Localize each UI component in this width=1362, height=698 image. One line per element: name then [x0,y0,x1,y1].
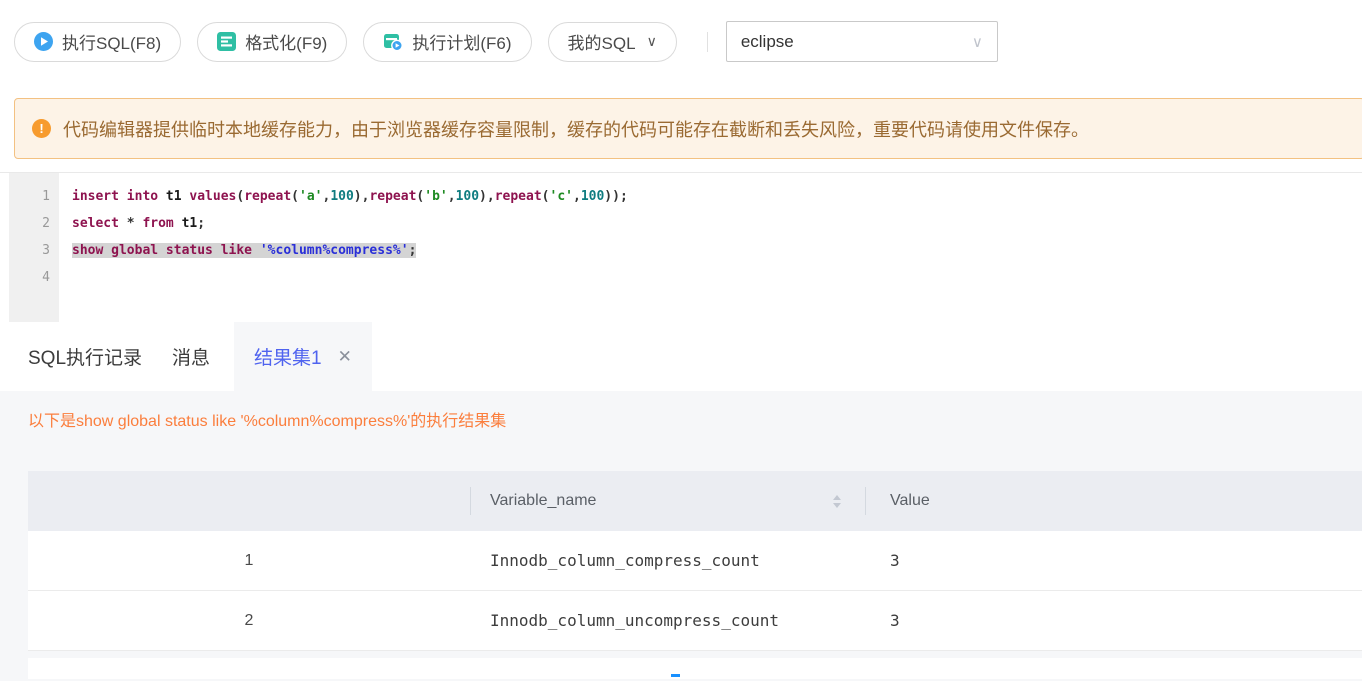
cell-value: 3 [865,551,1362,570]
tab-sql-history[interactable]: SQL执行记录 [28,322,142,391]
play-circle-icon [34,32,53,51]
result-message: 以下是show global status like '%column%comp… [28,413,1362,431]
cell-row-index: 1 [28,552,470,570]
editor-theme-select[interactable]: eclipse ∨ [726,21,998,62]
chevron-down-icon: ∨ [647,33,657,50]
theme-select-value: eclipse [741,32,794,52]
editor-code-area[interactable]: insert into t1 values(repeat('a',100),re… [59,173,1362,322]
value-header-label: Value [890,492,930,510]
format-doc-icon [217,32,236,51]
header-variable-name-column: Variable_name [470,471,865,531]
warning-icon: ! [32,119,51,138]
cell-variable-name: Innodb_column_compress_count [470,551,865,570]
tab-messages-label: 消息 [172,343,210,370]
line-number: 1 [9,183,50,210]
tab-result-set-1[interactable]: 结果集1 ✕ [234,322,372,391]
cell-focus-indicator [671,674,680,677]
execute-sql-button[interactable]: 执行SQL(F8) [14,22,181,62]
chevron-down-icon: ∨ [972,33,983,51]
code-line: select * from t1; [72,210,1362,237]
result-table: Variable_name Value 1Innodb_column_compr… [28,471,1362,679]
line-number: 2 [9,210,50,237]
my-sql-label: 我的SQL [568,29,636,54]
sort-desc-icon [833,503,841,508]
code-line [72,264,1362,291]
my-sql-button[interactable]: 我的SQL ∨ [548,22,677,62]
line-number: 4 [9,264,50,291]
execution-plan-label: 执行计划(F6) [412,29,511,54]
tab-result-set-1-label: 结果集1 [254,343,322,370]
line-number: 3 [9,237,50,264]
code-line: insert into t1 values(repeat('a',100),re… [72,183,1362,210]
row-gap [28,651,1362,658]
result-table-header: Variable_name Value [28,471,1362,531]
toolbar-divider [707,32,708,52]
sort-asc-icon [833,495,841,500]
execute-sql-label: 执行SQL(F8) [62,29,161,54]
sort-icon[interactable] [833,495,841,508]
row3-partial [28,658,1362,679]
tab-sql-history-label: SQL执行记录 [28,343,142,370]
header-value-column: Value [865,471,1362,531]
editor-gutter: 1234 [9,173,59,322]
result-tabbar: SQL执行记录 消息 结果集1 ✕ [0,322,1362,391]
code-editor[interactable]: 1234 insert into t1 values(repeat('a',10… [0,172,1362,322]
close-icon[interactable]: ✕ [338,347,352,367]
table-row[interactable]: 1Innodb_column_compress_count3 [28,531,1362,591]
format-button[interactable]: 格式化(F9) [197,22,347,62]
variable-name-header-label: Variable_name [490,492,596,510]
sql-toolbar: 执行SQL(F8) 格式化(F9) 执行计划(F6) 我的SQL ∨ eclip… [0,0,1362,62]
table-row[interactable]: 2Innodb_column_uncompress_count3 [28,591,1362,651]
cell-variable-name: Innodb_column_uncompress_count [470,611,865,630]
cell-value: 3 [865,611,1362,630]
result-table-body: 1Innodb_column_compress_count32Innodb_co… [28,531,1362,651]
code-line: show global status like '%column%compres… [72,237,1362,264]
result-panel: 以下是show global status like '%column%comp… [0,391,1362,681]
format-label: 格式化(F9) [245,29,327,54]
warning-text: 代码编辑器提供临时本地缓存能力，由于浏览器缓存容量限制，缓存的代码可能存在截断和… [63,116,1089,142]
tab-messages[interactable]: 消息 [172,322,210,391]
cache-warning-banner: ! 代码编辑器提供临时本地缓存能力，由于浏览器缓存容量限制，缓存的代码可能存在截… [14,98,1362,159]
execution-plan-button[interactable]: 执行计划(F6) [363,22,531,62]
execution-plan-icon [383,32,403,52]
cell-row-index: 2 [28,612,470,630]
